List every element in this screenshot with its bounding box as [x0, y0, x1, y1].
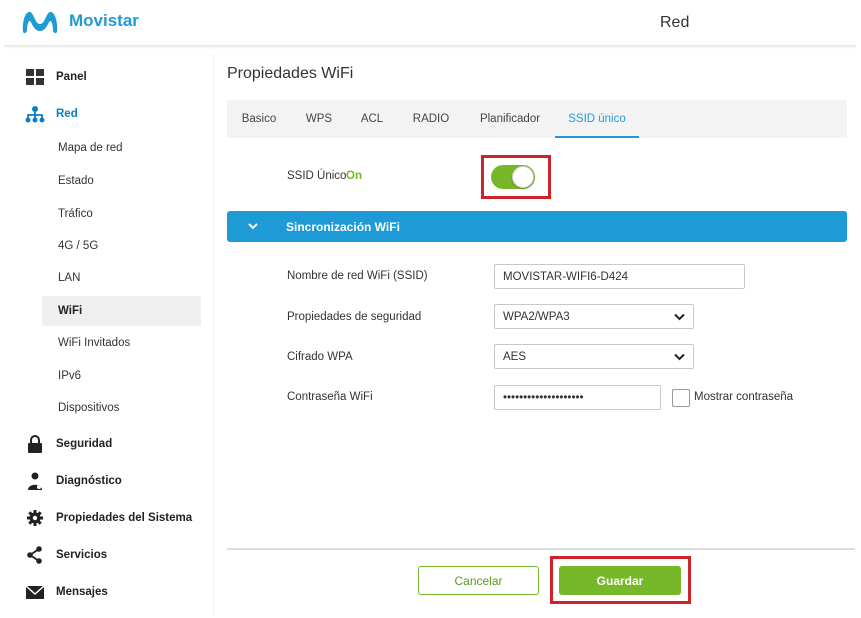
ssid-name-input[interactable]	[494, 264, 745, 289]
sidebar-item-propiedades-sistema[interactable]: Propiedades del Sistema	[5, 503, 214, 533]
user-diagnostic-icon	[28, 472, 42, 490]
sidebar-item-label: Diagnóstico	[56, 475, 122, 487]
tab-bar: Basico WPS ACL RADIO Planificador SSID ú…	[227, 100, 847, 138]
chevron-down-icon	[248, 223, 258, 230]
sync-wifi-section-header[interactable]: Sincronización WiFi	[227, 211, 847, 242]
sidebar-item-red[interactable]: Red	[5, 99, 214, 129]
sidebar-subitem-label: WiFi Invitados	[58, 337, 131, 349]
tab-wps[interactable]: WPS	[295, 100, 343, 138]
toggle-highlight-box	[481, 155, 551, 199]
sidebar-item-label: Panel	[56, 71, 87, 83]
ssid-name-label: Nombre de red WiFi (SSID)	[287, 270, 428, 282]
page-title: Propiedades WiFi	[227, 65, 354, 82]
tab-ssid-unico[interactable]: SSID único	[555, 100, 639, 138]
sidebar-item-label: Propiedades del Sistema	[56, 512, 193, 524]
movistar-logo-icon	[22, 11, 58, 34]
sidebar-item-seguridad[interactable]: Seguridad	[5, 429, 214, 459]
tab-acl[interactable]: ACL	[351, 100, 393, 138]
app-header: Movistar Red	[0, 0, 861, 46]
brand-name: Movistar	[69, 11, 139, 30]
sidebar-subitem-label: Dispositivos	[58, 402, 120, 414]
sidebar-subitem-label: WiFi	[58, 305, 83, 317]
sidebar-item-panel[interactable]: Panel	[5, 62, 214, 92]
chevron-down-icon	[674, 353, 685, 361]
sidebar-item-label: Red	[56, 108, 78, 120]
sidebar-subitem-label: IPv6	[58, 370, 82, 382]
sidebar-subitem-trafico[interactable]: Tráfico	[42, 199, 201, 229]
show-password-label[interactable]: Mostrar contraseña	[694, 391, 793, 403]
security-select[interactable]: WPA2/WPA3	[494, 304, 694, 329]
ssid-unico-state: On	[346, 170, 362, 182]
header-divider	[4, 45, 856, 49]
sidebar-subitem-label: Estado	[58, 175, 94, 187]
tab-radio[interactable]: RADIO	[403, 100, 459, 138]
section-heading: Red	[660, 14, 690, 31]
show-password-checkbox[interactable]	[672, 389, 690, 407]
security-label: Propiedades de seguridad	[287, 311, 422, 323]
sidebar-subitem-label: LAN	[58, 272, 81, 284]
sidebar-item-label: Seguridad	[56, 438, 113, 450]
sidebar-subitem-label: Tráfico	[58, 208, 93, 220]
sidebar-subitem-dispositivos[interactable]: Dispositivos	[42, 393, 201, 423]
save-highlight-box	[550, 556, 691, 604]
password-label: Contraseña WiFi	[287, 391, 373, 403]
sidebar-subitem-label: Mapa de red	[58, 142, 123, 154]
network-icon	[25, 106, 45, 123]
sidebar-subitem-4g-5g[interactable]: 4G / 5G	[42, 231, 201, 261]
sidebar-item-diagnostico[interactable]: Diagnóstico	[5, 466, 214, 496]
sidebar-subitem-wifi-invitados[interactable]: WiFi Invitados	[42, 328, 201, 358]
cancel-button[interactable]: Cancelar	[418, 566, 539, 595]
sidebar-item-label: Servicios	[56, 549, 108, 561]
sidebar-subitem-lan[interactable]: LAN	[42, 263, 201, 293]
chevron-down-icon	[674, 313, 685, 321]
tab-planificador[interactable]: Planificador	[471, 100, 549, 138]
security-select-value: WPA2/WPA3	[503, 311, 570, 323]
cipher-select[interactable]: AES	[494, 344, 694, 369]
sidebar-item-label: Mensajes	[56, 586, 108, 598]
share-icon	[27, 546, 42, 564]
sync-wifi-title: Sincronización WiFi	[286, 220, 400, 234]
lock-icon	[28, 435, 42, 453]
envelope-icon	[25, 585, 45, 599]
tab-basico[interactable]: Basico	[233, 100, 285, 138]
ssid-unico-label: SSID Único	[287, 170, 347, 182]
cipher-select-value: AES	[503, 351, 527, 363]
sidebar-item-mensajes[interactable]: Mensajes	[5, 577, 214, 607]
sidebar-subitem-ipv6[interactable]: IPv6	[42, 361, 201, 391]
sidebar-subitem-label: 4G / 5G	[58, 240, 99, 252]
password-input[interactable]	[494, 385, 661, 410]
sidebar-subitem-estado[interactable]: Estado	[42, 166, 201, 196]
sidebar-subitem-wifi[interactable]: WiFi	[42, 296, 201, 326]
sidebar-item-servicios[interactable]: Servicios	[5, 540, 214, 570]
cipher-label: Cifrado WPA	[287, 351, 353, 363]
dashboard-grid-icon	[26, 69, 44, 85]
gear-icon	[27, 510, 43, 526]
sidebar: Panel Red Mapa de red Estado Tráfico 4G …	[5, 54, 214, 614]
sidebar-subitem-mapa-de-red[interactable]: Mapa de red	[42, 133, 201, 163]
footer-divider	[227, 548, 855, 550]
